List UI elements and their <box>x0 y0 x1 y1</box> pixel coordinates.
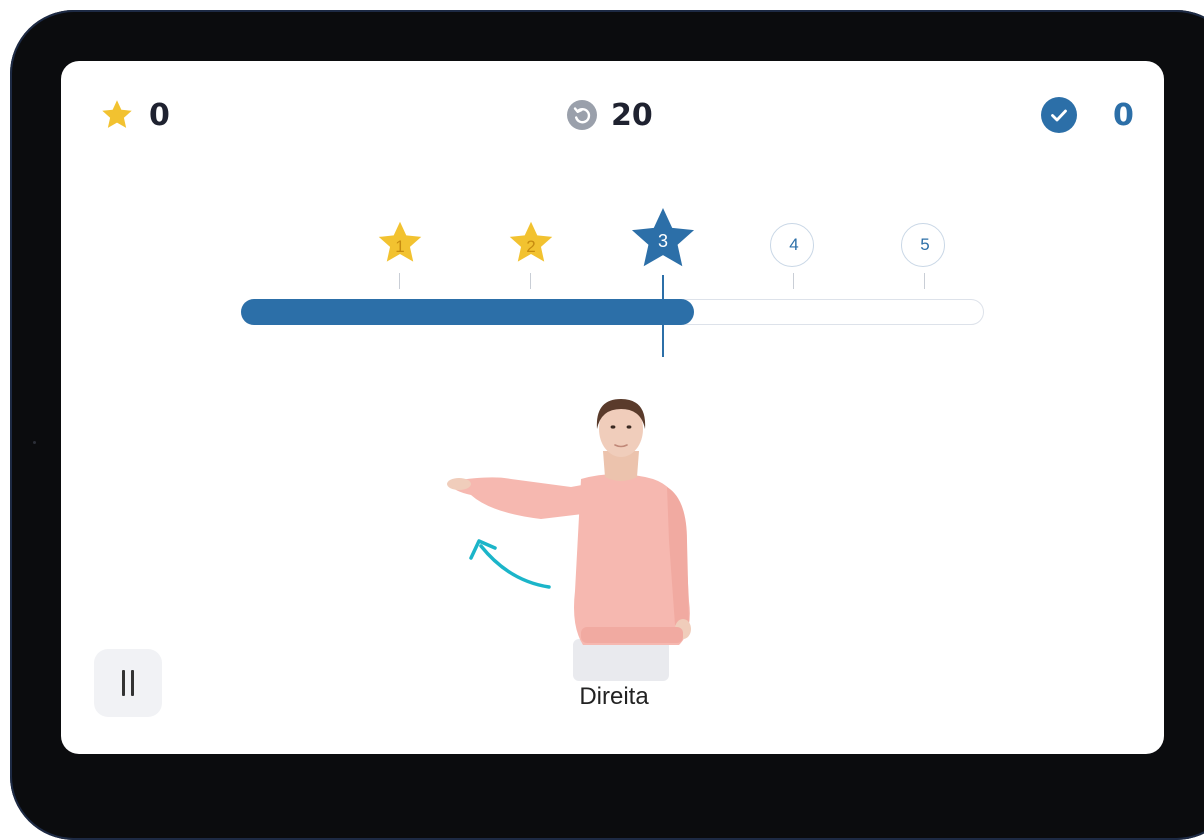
milestone-label: 3 <box>657 231 668 251</box>
milestone-2: 2 <box>501 199 561 289</box>
milestone-5: 5 <box>895 199 955 289</box>
star-icon <box>102 100 132 128</box>
milestone-label: 2 <box>526 237 536 256</box>
pause-icon-bar <box>131 670 134 696</box>
check-circle-icon <box>1041 97 1077 133</box>
milestone-label: 1 <box>395 237 405 256</box>
stars-counter: 0 <box>99 95 170 135</box>
game-screen: 0 20 0 1 2 3 4 5 Direita <box>61 61 1164 754</box>
milestone-1: 1 <box>370 199 430 289</box>
progress-fill <box>241 299 694 325</box>
pause-button[interactable] <box>94 649 162 717</box>
exercise-figure <box>447 399 691 681</box>
pause-icon <box>122 670 125 696</box>
milestone-4: 4 <box>764 199 824 289</box>
correct-counter: 0 <box>1041 95 1134 135</box>
replay-counter-icon <box>567 100 597 130</box>
progress-marker <box>662 275 664 357</box>
stars-count: 0 <box>149 97 170 133</box>
milestone-tick <box>399 273 400 289</box>
level-progress: 1 2 3 4 5 <box>241 199 986 359</box>
milestone-label: 4 <box>789 235 799 254</box>
turn-arrow-icon <box>479 544 551 589</box>
milestone-label: 5 <box>920 235 930 254</box>
milestone-tick <box>530 273 531 289</box>
moves-counter: 20 <box>567 95 653 135</box>
exercise-caption: Direita <box>579 683 649 710</box>
correct-count: 0 <box>1113 97 1134 133</box>
milestone-tick <box>793 273 794 289</box>
milestone-tick <box>924 273 925 289</box>
moves-remaining: 20 <box>611 97 653 133</box>
tablet-camera <box>33 441 36 444</box>
